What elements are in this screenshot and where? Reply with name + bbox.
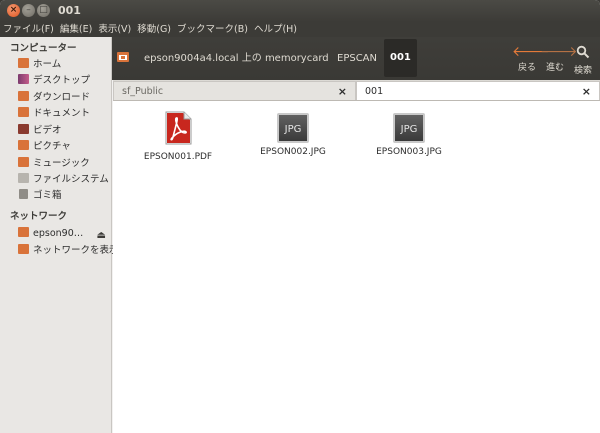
file-view: EPSON001.PDF JPG EPSON002.JPG JPG EPSON0… — [113, 101, 600, 433]
toolbar: epson9004a4.local 上の memorycard EPSCAN 0… — [112, 37, 600, 80]
music-folder-icon — [18, 157, 29, 167]
pictures-folder-icon — [18, 140, 29, 150]
sidebar-item-browse-network[interactable]: ネットワークを表示 — [18, 243, 119, 259]
path-crumb-memorycard[interactable]: epson9004a4.local 上の memorycard — [138, 37, 335, 80]
sidebar-item-desktop[interactable]: デスクトップ — [18, 73, 112, 89]
title-bar: × – □ 001 — [0, 0, 600, 22]
menu-edit[interactable]: 編集(E) — [57, 22, 95, 37]
pdf-file-icon — [165, 111, 192, 145]
sidebar: コンピューター ホーム デスクトップ ダウンロード ドキュメント ビデオ ピクチ… — [0, 37, 119, 433]
home-icon — [18, 58, 29, 68]
desktop-icon — [18, 74, 29, 84]
sidebar-item-documents[interactable]: ドキュメント — [18, 106, 112, 122]
sidebar-item-videos[interactable]: ビデオ — [18, 123, 112, 139]
search-icon — [568, 42, 598, 65]
sidebar-heading-network: ネットワーク — [10, 211, 68, 222]
forward-arrow-icon: 🡒 — [540, 44, 578, 60]
sidebar-item-pictures[interactable]: ピクチャ — [18, 139, 112, 155]
minimize-window-button[interactable]: – — [22, 4, 35, 17]
file-item-pdf[interactable]: EPSON001.PDF — [128, 111, 228, 162]
forward-button[interactable]: 🡒 進む — [540, 39, 578, 77]
sidebar-item-trash[interactable]: ゴミ箱 — [18, 188, 112, 204]
menu-bookmarks[interactable]: ブックマーク(B) — [174, 22, 251, 37]
close-window-button[interactable]: × — [7, 4, 20, 17]
back-arrow-icon: 🡐 — [512, 44, 550, 60]
network-share-icon — [18, 227, 29, 237]
video-folder-icon — [18, 124, 29, 134]
sidebar-item-filesystem[interactable]: ファイルシステム — [18, 172, 112, 188]
jpg-file-icon: JPG — [393, 113, 425, 143]
tab-label: 001 — [365, 86, 384, 97]
file-item-jpg[interactable]: JPG EPSON003.JPG — [359, 111, 459, 157]
sidebar-item-home[interactable]: ホーム — [18, 57, 112, 73]
sidebar-heading-computer: コンピューター — [10, 43, 77, 54]
search-button[interactable]: 検索 — [568, 39, 598, 77]
tab-001[interactable]: 001 × — [356, 81, 600, 100]
close-tab-icon[interactable]: × — [338, 82, 347, 101]
tab-label: sf_Public — [122, 86, 164, 97]
path-crumb-epscan[interactable]: EPSCAN — [331, 37, 383, 80]
file-name: EPSON002.JPG — [260, 147, 326, 157]
sidebar-item-music[interactable]: ミュージック — [18, 156, 112, 172]
filesystem-icon — [18, 173, 29, 183]
file-name: EPSON003.JPG — [376, 147, 442, 157]
sidebar-item-epson-share[interactable]: epson90… ⏏ — [18, 226, 112, 242]
tab-bar: sf_Public × 001 × — [113, 80, 600, 101]
close-tab-icon[interactable]: × — [582, 82, 591, 101]
download-folder-icon — [18, 91, 29, 101]
menu-go[interactable]: 移動(G) — [134, 22, 174, 37]
file-item-jpg[interactable]: JPG EPSON002.JPG — [243, 111, 343, 157]
jpg-file-icon: JPG — [277, 113, 309, 143]
eject-icon[interactable]: ⏏ — [97, 228, 106, 244]
back-button[interactable]: 🡐 戻る — [512, 39, 550, 77]
documents-folder-icon — [18, 107, 29, 117]
trash-icon — [19, 189, 28, 199]
menu-bar: ファイル(F) 編集(E) 表示(V) 移動(G) ブックマーク(B) ヘルプ(H) — [0, 22, 600, 37]
window-title: 001 — [58, 4, 81, 17]
menu-file[interactable]: ファイル(F) — [0, 22, 57, 37]
file-manager-window: × – □ 001 ファイル(F) 編集(E) 表示(V) 移動(G) ブックマーク(B… — [0, 0, 600, 433]
menu-help[interactable]: ヘルプ(H) — [251, 22, 300, 37]
path-crumb-current[interactable]: 001 — [384, 39, 417, 77]
menu-view[interactable]: 表示(V) — [95, 22, 134, 37]
network-icon — [18, 244, 29, 254]
drive-icon[interactable] — [116, 50, 130, 64]
sidebar-item-downloads[interactable]: ダウンロード — [18, 90, 112, 106]
tab-sf-public[interactable]: sf_Public × — [113, 81, 356, 100]
file-name: EPSON001.PDF — [143, 152, 213, 162]
maximize-window-button[interactable]: □ — [37, 4, 50, 17]
